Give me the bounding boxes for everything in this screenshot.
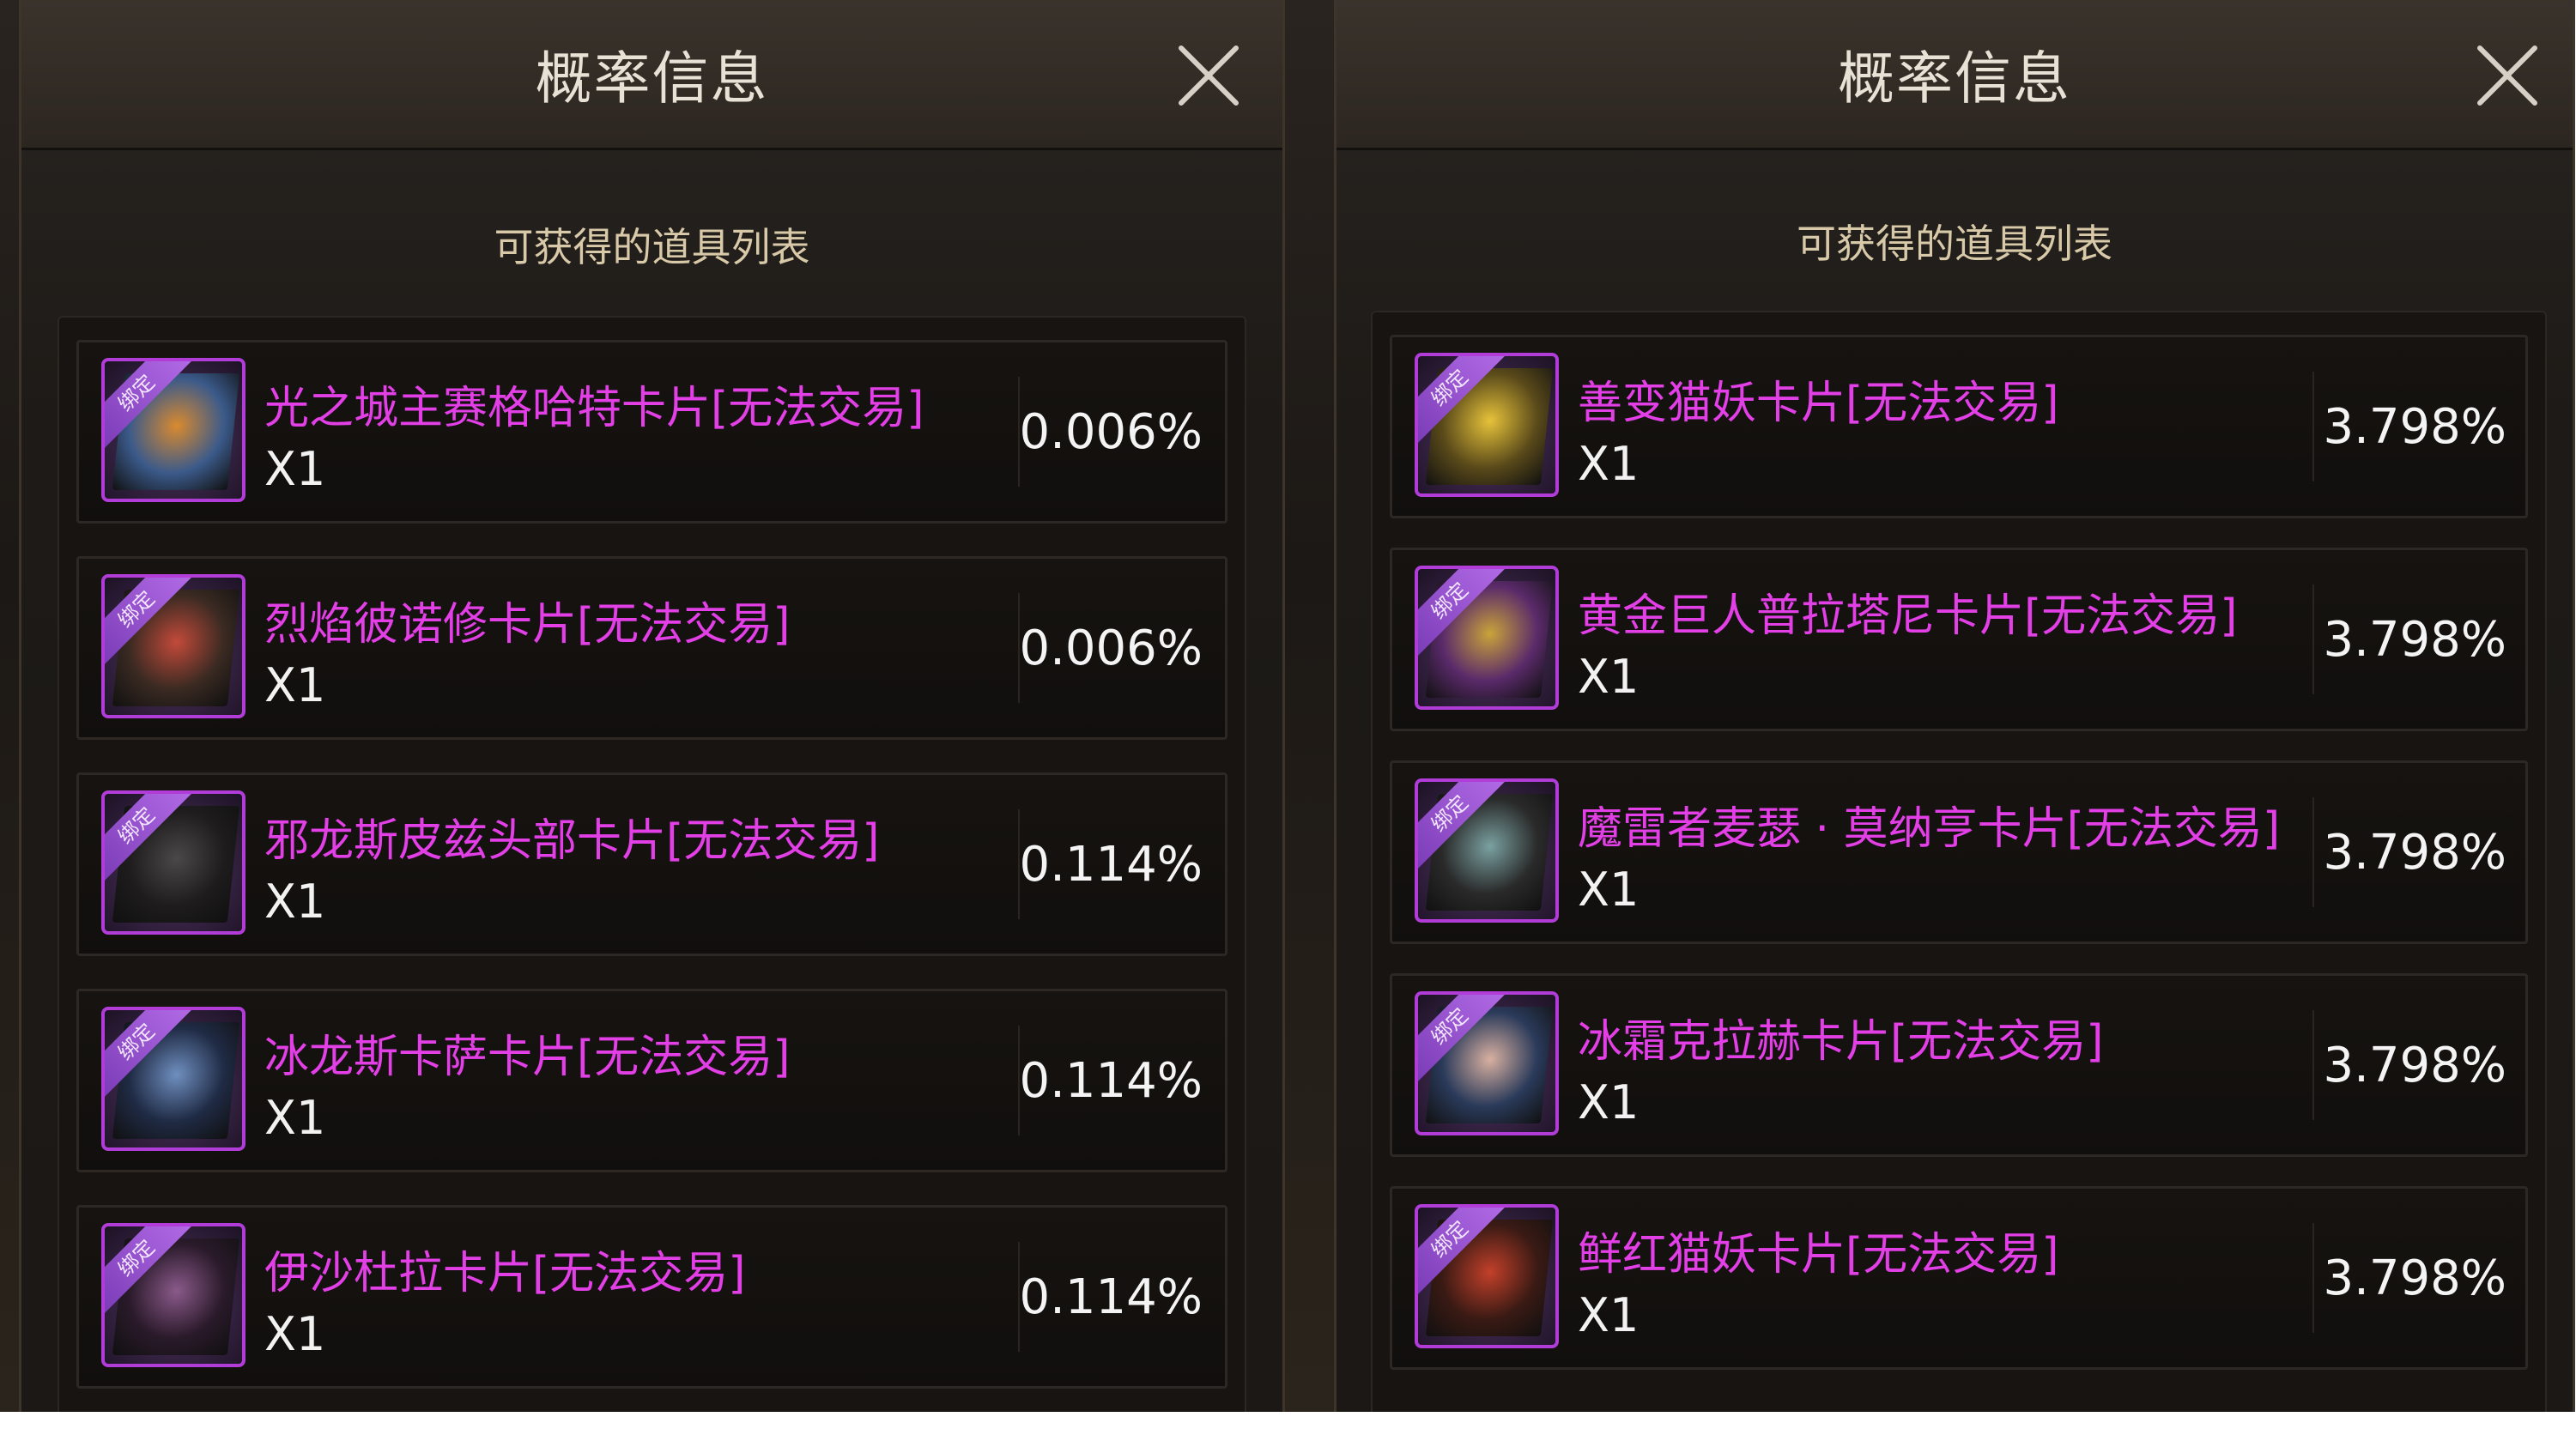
dark-girl-card-icon: 绑定 xyxy=(101,1223,245,1367)
item-name: 烈焰彼诺修卡片[无法交易] xyxy=(264,599,791,651)
close-button[interactable] xyxy=(2475,43,2540,108)
dialog-header: 概率信息 xyxy=(1336,0,2573,150)
item-probability: 3.798% xyxy=(2323,1038,2506,1093)
item-quantity: X1 xyxy=(1578,1288,1640,1342)
flame-face-card-icon: 绑定 xyxy=(101,574,245,718)
list-item[interactable]: 绑定 烈焰彼诺修卡片[无法交易] X1 0.006% xyxy=(76,556,1227,740)
golden-giant-card-icon: 绑定 xyxy=(1415,566,1559,710)
background-left xyxy=(0,0,19,1412)
item-quantity: X1 xyxy=(264,442,326,496)
item-quantity: X1 xyxy=(1578,863,1640,917)
list-item[interactable]: 绑定 光之城主赛格哈特卡片[无法交易] X1 0.006% xyxy=(76,340,1227,524)
list-item[interactable]: 绑定 魔雷者麦瑟 · 莫纳亨卡片[无法交易] X1 3.798% xyxy=(1390,760,2528,944)
item-probability: 3.798% xyxy=(2323,1250,2506,1306)
list-item[interactable]: 绑定 冰龙斯卡萨卡片[无法交易] X1 0.114% xyxy=(76,989,1227,1172)
item-probability: 3.798% xyxy=(2323,825,2506,881)
list-item[interactable]: 绑定 冰霜克拉赫卡片[无法交易] X1 3.798% xyxy=(1390,973,2528,1157)
list-item[interactable]: 绑定 鲜红猫妖卡片[无法交易] X1 3.798% xyxy=(1390,1186,2528,1370)
item-probability: 0.114% xyxy=(1019,1053,1203,1109)
item-probability: 3.798% xyxy=(2323,399,2506,455)
dragon-head-card-icon: 绑定 xyxy=(101,790,245,935)
item-name: 黄金巨人普拉塔尼卡片[无法交易] xyxy=(1578,590,2238,642)
item-probability: 3.798% xyxy=(2323,612,2506,668)
ice-dragon-card-icon: 绑定 xyxy=(101,1007,245,1151)
close-icon xyxy=(1179,45,1239,106)
item-quantity: X1 xyxy=(1578,437,1640,491)
item-name: 冰龙斯卡萨卡片[无法交易] xyxy=(264,1032,791,1083)
close-icon xyxy=(2477,45,2537,106)
list-item[interactable]: 绑定 邪龙斯皮兹头部卡片[无法交易] X1 0.114% xyxy=(76,772,1227,956)
list-subtitle: 可获得的道具列表 xyxy=(1797,221,2112,267)
probability-dialog-right: 概率信息 可获得的道具列表 绑定 善变猫妖卡片[无法交易] X1 3.798% … xyxy=(1334,0,2575,1412)
item-list[interactable]: 绑定 光之城主赛格哈特卡片[无法交易] X1 0.006% 绑定 烈焰彼诺修卡片… xyxy=(58,316,1246,1412)
list-item[interactable]: 绑定 伊沙杜拉卡片[无法交易] X1 0.114% xyxy=(76,1205,1227,1389)
list-subtitle: 可获得的道具列表 xyxy=(494,224,810,270)
probability-dialog-left: 概率信息 可获得的道具列表 绑定 光之城主赛格哈特卡片[无法交易] X1 0.0… xyxy=(19,0,1285,1412)
item-quantity: X1 xyxy=(264,1307,326,1361)
item-name: 光之城主赛格哈特卡片[无法交易] xyxy=(264,383,924,434)
item-probability: 0.006% xyxy=(1019,621,1203,676)
divider xyxy=(2312,797,2314,907)
item-probability: 0.114% xyxy=(1019,837,1203,893)
item-name: 伊沙杜拉卡片[无法交易] xyxy=(264,1248,746,1299)
background-middle xyxy=(1285,0,1334,1412)
cat-demon-card-icon: 绑定 xyxy=(1415,353,1559,497)
item-list[interactable]: 绑定 善变猫妖卡片[无法交易] X1 3.798% 绑定 黄金巨人普拉塔尼卡片[… xyxy=(1371,311,2547,1412)
item-name: 魔雷者麦瑟 · 莫纳亨卡片[无法交易] xyxy=(1578,803,2281,855)
red-cat-demon-card-icon: 绑定 xyxy=(1415,1204,1559,1348)
divider xyxy=(2312,372,2314,481)
divider xyxy=(2312,584,2314,694)
list-item[interactable]: 绑定 黄金巨人普拉塔尼卡片[无法交易] X1 3.798% xyxy=(1390,548,2528,731)
item-quantity: X1 xyxy=(1578,1075,1640,1129)
dialog-title: 概率信息 xyxy=(535,45,769,112)
dialog-title: 概率信息 xyxy=(1838,45,2071,112)
helmet-card-icon: 绑定 xyxy=(101,358,245,502)
item-quantity: X1 xyxy=(264,875,326,929)
dialog-header: 概率信息 xyxy=(21,0,1282,150)
item-name: 邪龙斯皮兹头部卡片[无法交易] xyxy=(264,815,880,867)
item-quantity: X1 xyxy=(1578,650,1640,704)
list-item[interactable]: 绑定 善变猫妖卡片[无法交易] X1 3.798% xyxy=(1390,335,2528,518)
divider xyxy=(2312,1010,2314,1120)
hatted-man-card-icon: 绑定 xyxy=(1415,778,1559,923)
item-name: 鲜红猫妖卡片[无法交易] xyxy=(1578,1229,2059,1281)
item-name: 善变猫妖卡片[无法交易] xyxy=(1578,378,2059,429)
close-button[interactable] xyxy=(1176,43,1241,108)
frost-woman-card-icon: 绑定 xyxy=(1415,991,1559,1135)
item-quantity: X1 xyxy=(264,1091,326,1145)
item-probability: 0.006% xyxy=(1019,404,1203,460)
item-probability: 0.114% xyxy=(1019,1269,1203,1325)
item-quantity: X1 xyxy=(264,658,326,712)
divider xyxy=(2312,1223,2314,1333)
item-name: 冰霜克拉赫卡片[无法交易] xyxy=(1578,1016,2104,1068)
